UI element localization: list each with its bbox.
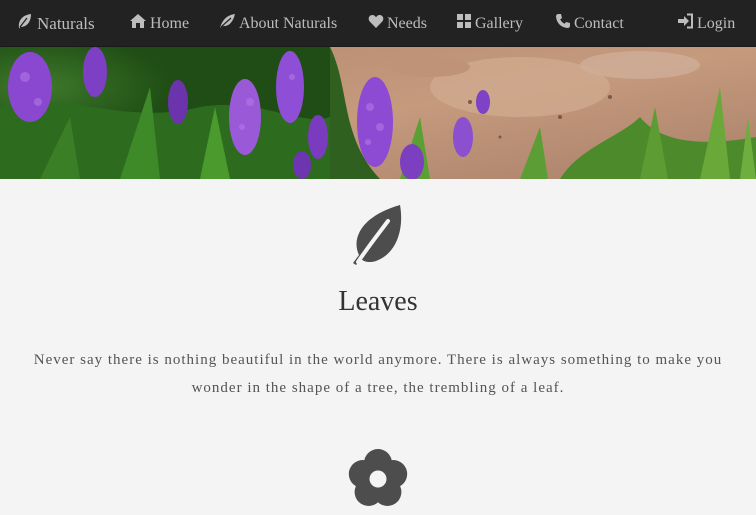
- nav-item-gallery[interactable]: Gallery: [456, 0, 523, 47]
- phone-icon: [555, 13, 571, 34]
- login-link[interactable]: Login: [677, 0, 735, 47]
- heart-icon: [368, 14, 384, 34]
- hero-banner: [0, 47, 756, 179]
- nav-item-gallery-label: Gallery: [475, 14, 523, 32]
- grid-icon: [456, 13, 472, 34]
- home-icon: [129, 13, 147, 34]
- leaf-icon: [350, 203, 406, 272]
- login-icon: [677, 13, 694, 34]
- nav-item-needs-label: Needs: [387, 14, 427, 32]
- navbar: Naturals Home About Naturals Needs Galle…: [0, 0, 756, 47]
- login-label: Login: [697, 14, 736, 32]
- nav-item-needs[interactable]: Needs: [368, 0, 427, 47]
- flower-field-image: [0, 47, 756, 179]
- nav-item-home-label: Home: [150, 14, 190, 32]
- leaf-icon: [219, 13, 236, 34]
- nav-item-home[interactable]: Home: [129, 0, 189, 47]
- section-leaf-icon-container: [0, 203, 756, 272]
- flower-icon: [347, 448, 409, 515]
- section-flower-icon-container: [0, 448, 756, 515]
- nav-item-about[interactable]: About Naturals: [219, 0, 337, 47]
- section-title: Leaves: [338, 286, 418, 317]
- nav-item-contact-label: Contact: [574, 14, 624, 32]
- nav-item-about-label: About Naturals: [239, 14, 338, 32]
- brand-link[interactable]: Naturals: [16, 0, 95, 47]
- brand-label: Naturals: [37, 13, 95, 33]
- nav-item-contact[interactable]: Contact: [555, 0, 624, 47]
- leaf-icon: [16, 13, 32, 35]
- section-quote: Never say there is nothing beautiful in …: [33, 352, 723, 396]
